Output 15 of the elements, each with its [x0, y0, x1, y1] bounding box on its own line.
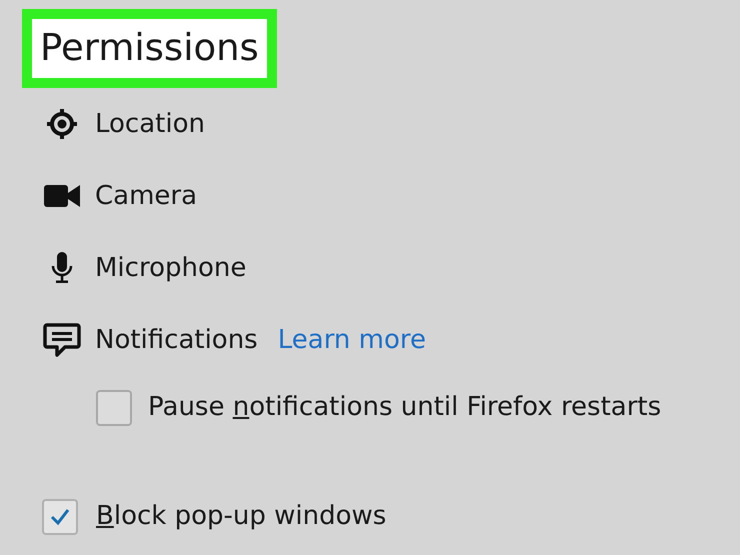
section-title: Permissions [22, 9, 277, 88]
speech-bubble-icon [43, 323, 81, 357]
permission-label: Camera [95, 180, 198, 212]
learn-more-link[interactable]: Learn more [278, 320, 426, 360]
permission-label: Microphone [95, 252, 246, 284]
microphone-icon [51, 252, 73, 284]
checkbox-label: Pause notifications until Firefox restarts [148, 391, 662, 424]
checkmark-icon [50, 508, 70, 526]
checkbox[interactable] [96, 390, 132, 426]
checkbox[interactable] [42, 498, 78, 534]
crosshair-icon [46, 108, 78, 140]
permission-label: Location [95, 108, 205, 140]
checkbox-label: Block pop-up windows [96, 500, 386, 533]
video-camera-icon [44, 183, 80, 209]
permission-label: Notifications [95, 324, 258, 356]
